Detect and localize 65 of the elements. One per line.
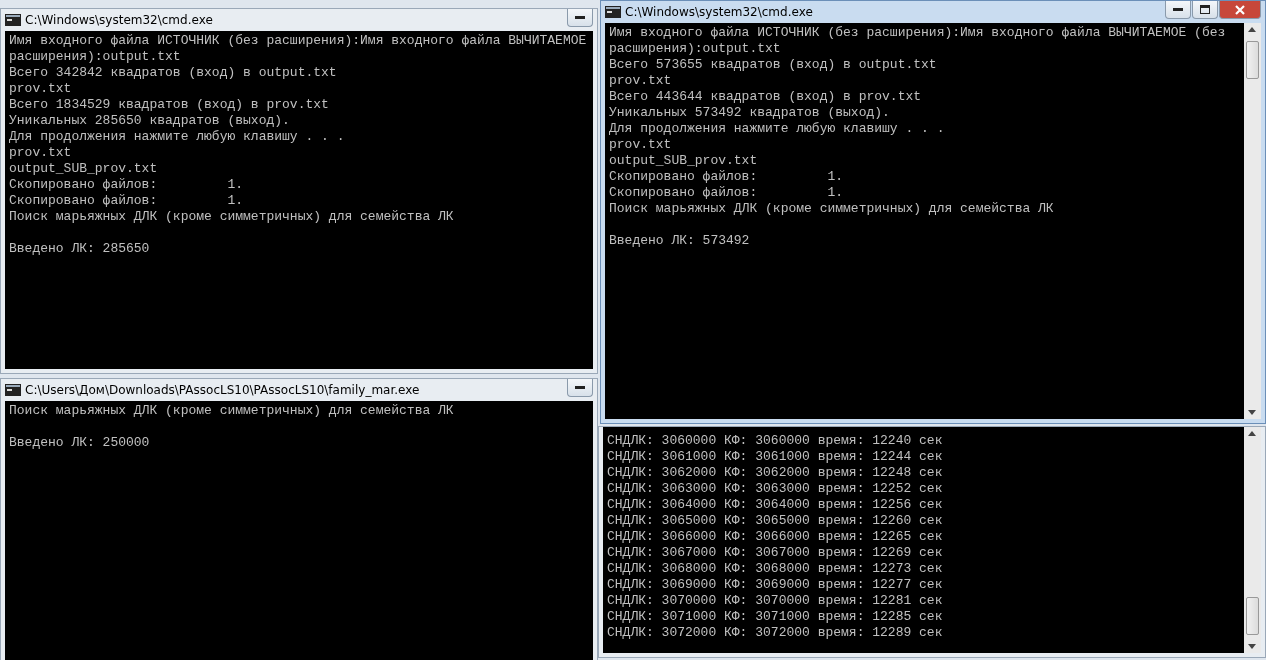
scroll-down-icon[interactable] [1248, 410, 1256, 415]
minimize-icon [575, 15, 585, 20]
console-line: СНДЛК: 3071000 КФ: 3071000 время: 12285 сек [607, 609, 944, 625]
console-line: Скопировано файлов: 1. [9, 177, 245, 193]
scrollbar[interactable] [1244, 23, 1261, 419]
console-line: СНДЛК: 3062000 КФ: 3062000 время: 12248 сек [607, 465, 944, 481]
console-line: СНДЛК: 3070000 КФ: 3070000 время: 12281 сек [607, 593, 944, 609]
console-icon [5, 384, 21, 396]
console-line: СНДЛК: 3064000 КФ: 3064000 время: 12256 сек [607, 497, 944, 513]
minimize-button[interactable] [1165, 1, 1191, 19]
minimize-icon [1173, 7, 1183, 12]
minimize-button[interactable] [567, 9, 593, 27]
console-line: СНДЛК: 3067000 КФ: 3067000 время: 12269 сек [607, 545, 944, 561]
window-title: C:\Windows\system32\cmd.exe [625, 5, 814, 19]
close-icon [1235, 4, 1245, 15]
console-line: Поиск марьяжных ДЛК (кроме симметричных) для семейства ЛК [9, 209, 455, 225]
console-line: Всего 342842 квадратов (вход) в output.txt [9, 65, 338, 81]
console-line: Всего 573655 квадратов (вход) в output.txt [609, 57, 938, 73]
scrollbar[interactable] [1244, 427, 1261, 653]
console-line: СНДЛК: 3063000 КФ: 3063000 время: 12252 сек [607, 481, 944, 497]
window-title: C:\Windows\system32\cmd.exe [25, 13, 214, 27]
scroll-up-icon[interactable] [1248, 27, 1256, 32]
console-line: Скопировано файлов: 1. [9, 193, 245, 209]
console-line: output_SUB_prov.txt [9, 161, 159, 177]
console-line: Введено ЛК: 250000 [9, 435, 151, 451]
console-line: Поиск марьяжных ДЛК (кроме симметричных) для семейства ЛК [609, 201, 1055, 217]
console-line: Введено ЛК: 285650 [9, 241, 151, 257]
console-line: prov.txt [9, 145, 73, 161]
window-title: C:\Users\Дом\Downloads\PAssocLS10\PAssocLS10\family_mar.exe [25, 383, 421, 397]
console-line: Введено ЛК: 573492 [609, 233, 751, 249]
console-line: Всего 443644 квадратов (вход) в prov.txt [609, 89, 923, 105]
console-line: Поиск марьяжных ДЛК (кроме симметричных) для семейства ЛК [9, 403, 455, 419]
console-line: Скопировано файлов: 1. [609, 169, 845, 185]
console-line: СНДЛК: 3072000 КФ: 3072000 время: 12289 сек [607, 625, 944, 641]
scrollbar-thumb[interactable] [1246, 41, 1259, 79]
console-line: prov.txt [609, 137, 673, 153]
close-button[interactable] [1219, 1, 1261, 19]
console-line: СНДЛК: 3066000 КФ: 3066000 время: 12265 сек [607, 529, 944, 545]
console-line: prov.txt [609, 73, 673, 89]
console-line: расширения):output.txt [609, 41, 782, 57]
scroll-up-icon[interactable] [1248, 431, 1256, 436]
console-line: расширения):output.txt [9, 49, 182, 65]
console-line: СНДЛК: 3065000 КФ: 3065000 время: 12260 сек [607, 513, 944, 529]
console-icon [5, 14, 21, 26]
maximize-icon [1200, 5, 1210, 14]
maximize-button[interactable] [1192, 1, 1218, 19]
console-line: СНДЛК: 3068000 КФ: 3068000 время: 12273 сек [607, 561, 944, 577]
console-line: СНДЛК: 3061000 КФ: 3061000 время: 12244 сек [607, 449, 944, 465]
console-icon [605, 6, 621, 18]
minimize-button[interactable] [567, 379, 593, 397]
console-line: Уникальных 285650 квадратов (выход). [9, 113, 291, 129]
scrollbar-thumb[interactable] [1246, 597, 1259, 635]
console-line: СНДЛК: 3060000 КФ: 3060000 время: 12240 сек [607, 433, 944, 449]
scroll-down-icon[interactable] [1248, 644, 1256, 649]
console-line: prov.txt [9, 81, 73, 97]
console-line: Скопировано файлов: 1. [609, 185, 845, 201]
console-line: Для продолжения нажмите любую клавишу . . . [9, 129, 346, 145]
console-line: output_SUB_prov.txt [609, 153, 759, 169]
console-line: Имя входного файла ИСТОЧНИК (без расширения):Имя входного файла ВЫЧИТАЕМОЕ (без [609, 25, 1227, 41]
minimize-icon [575, 385, 585, 390]
console-line: Уникальных 573492 квадратов (выход). [609, 105, 891, 121]
console-line: Всего 1834529 квадратов (вход) в prov.txt [9, 97, 330, 113]
console-line: Имя входного файла ИСТОЧНИК (без расширения):Имя входного файла ВЫЧИТАЕМОЕ [9, 33, 588, 49]
console-line: Для продолжения нажмите любую клавишу . . . [609, 121, 946, 137]
console-line: СНДЛК: 3069000 КФ: 3069000 время: 12277 сек [607, 577, 944, 593]
